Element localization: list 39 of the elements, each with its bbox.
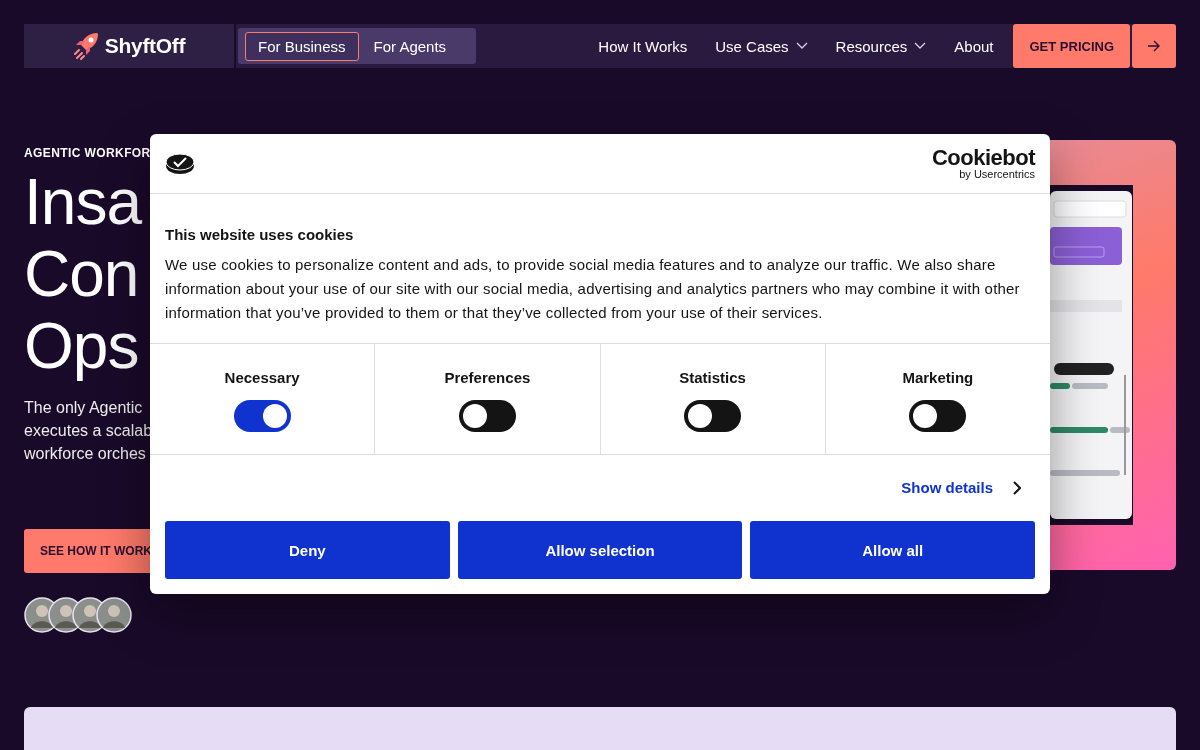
body-text-line: workforce orches xyxy=(24,444,147,464)
headline-line: Con xyxy=(24,238,140,310)
dialog-text: We use cookies to personalize content and ads, to provide social media features and to analyze our traffic. We also share information about your use of our site with our social media, advertising and analytics partners who may combine it with other information that you’ve provided to them or that they’ve collected from your use of their services. xyxy=(165,255,1021,323)
chevron-right-icon xyxy=(1013,480,1021,495)
eyebrow-text: AGENTIC WORKFOR xyxy=(24,146,150,160)
toggle-switch[interactable] xyxy=(684,400,742,432)
headline-line: Insa xyxy=(24,166,143,238)
rocket-icon xyxy=(72,32,99,60)
nav-link[interactable]: About xyxy=(954,37,994,55)
chevron-down-icon xyxy=(795,42,808,50)
show-details-link[interactable]: Show details xyxy=(901,479,993,496)
body-text-line: The only Agentic xyxy=(24,398,144,418)
nav-link[interactable]: Use Cases xyxy=(715,37,808,55)
category-label: Preferences xyxy=(444,369,531,386)
category-label: Statistics xyxy=(679,369,746,386)
cookiebot-subtitle: by Usercentrics xyxy=(959,168,1035,180)
headline-line: Ops xyxy=(24,310,140,382)
consent-button[interactable]: Allow selection xyxy=(457,521,743,579)
toggle-switch[interactable] xyxy=(233,400,291,432)
get-pricing-button[interactable]: GET PRICING xyxy=(1013,24,1130,68)
dialog-title: This website uses cookies xyxy=(165,226,355,243)
consent-button[interactable]: Deny xyxy=(165,521,450,579)
consent-button[interactable]: Allow all xyxy=(750,521,1035,579)
cookie-check-icon xyxy=(165,152,195,176)
audience-tab[interactable]: For Business xyxy=(245,31,359,61)
nav-link[interactable]: How It Works xyxy=(598,37,688,55)
toggle-switch[interactable] xyxy=(458,400,516,432)
category-label: Marketing xyxy=(902,369,974,386)
nav-link[interactable]: Resources xyxy=(835,37,927,55)
category-label: Necessary xyxy=(224,369,300,386)
body-text-line: executes a scalab xyxy=(24,421,150,441)
toggle-switch[interactable] xyxy=(909,400,967,432)
see-how-it-works-button[interactable]: SEE HOW IT WORK xyxy=(24,529,150,573)
brand-name: ShyftOff xyxy=(104,34,186,58)
arrow-right-icon xyxy=(1147,40,1161,52)
avatar-icon xyxy=(96,597,132,633)
chevron-down-icon xyxy=(914,42,927,50)
cookiebot-logo: Cookiebot xyxy=(931,148,1035,168)
audience-tab[interactable]: For Agents xyxy=(360,31,460,61)
